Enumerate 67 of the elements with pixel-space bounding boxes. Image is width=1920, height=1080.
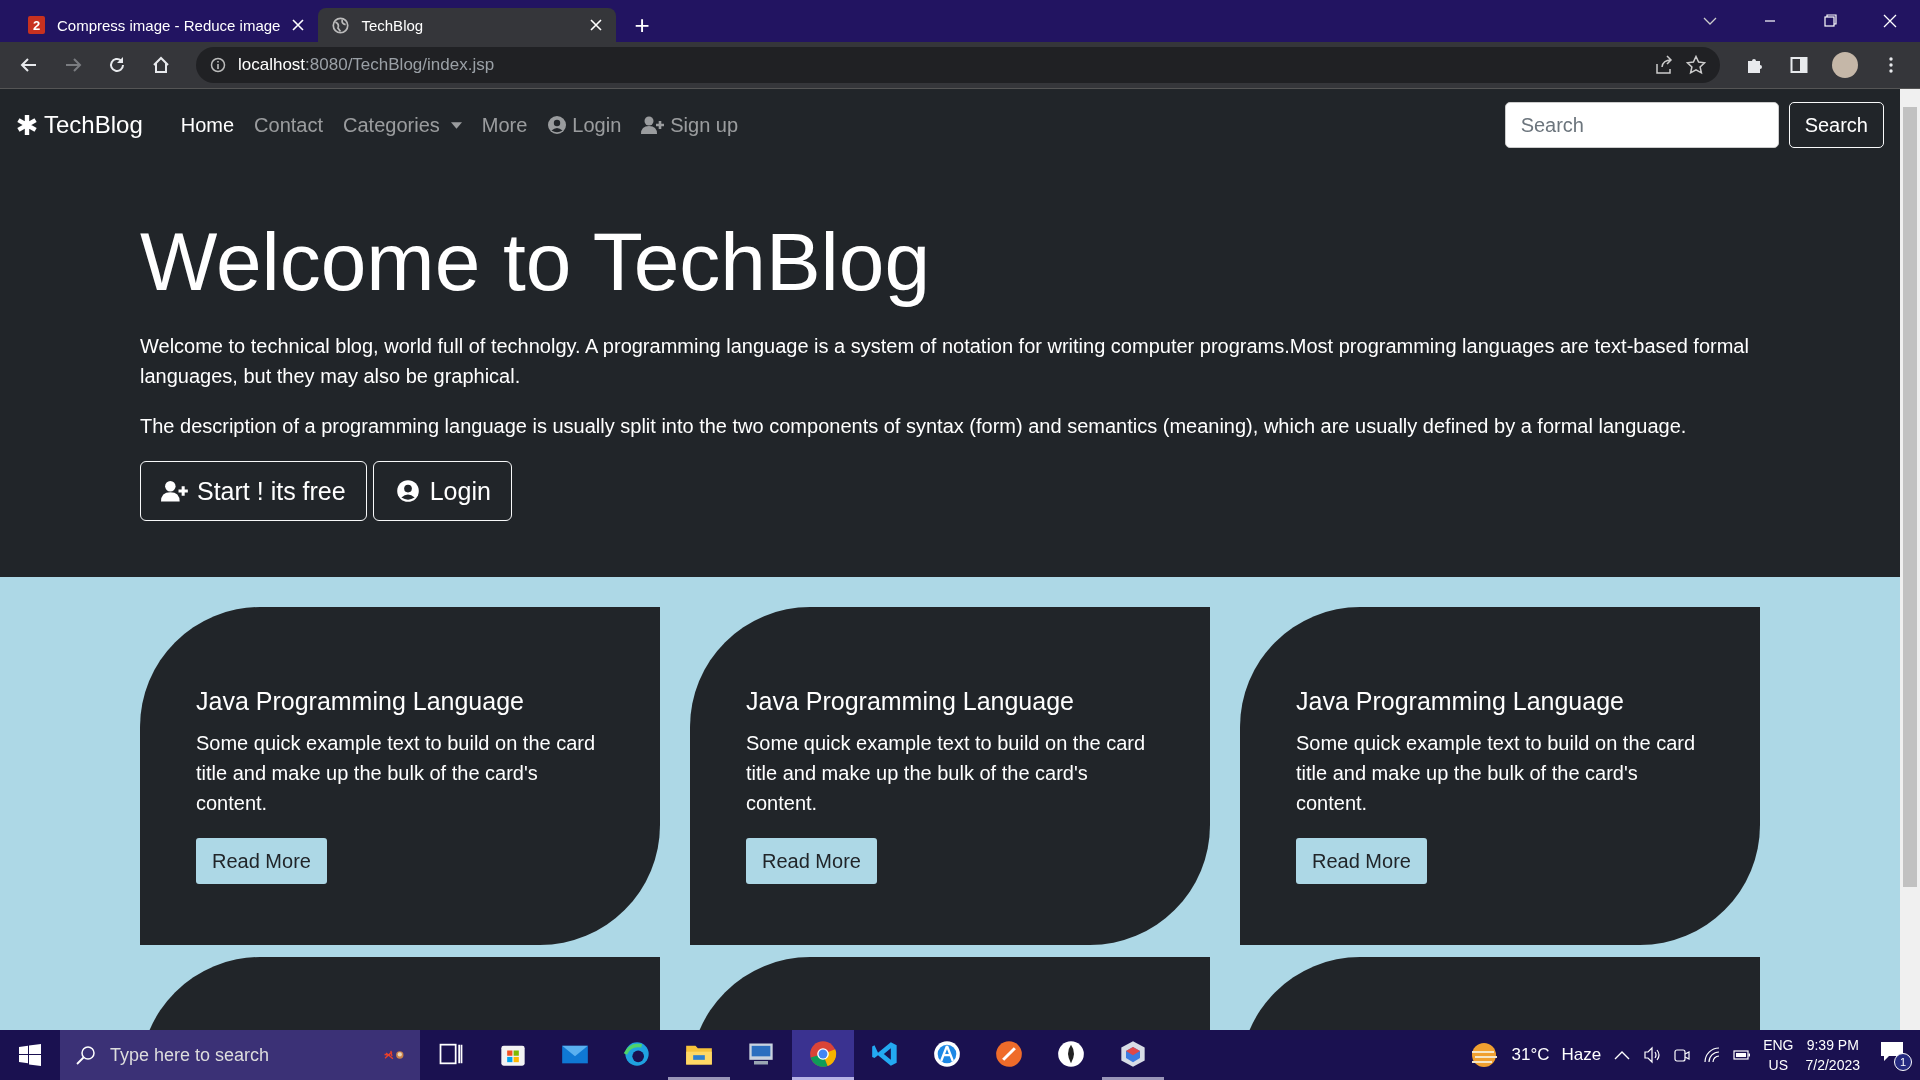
leaf-icon[interactable]: [1057, 1039, 1085, 1068]
close-icon[interactable]: [292, 19, 305, 31]
swirl-icon[interactable]: [623, 1039, 651, 1068]
user-circle-icon: [547, 115, 568, 135]
search-placeholder: Type here to search: [110, 1044, 270, 1066]
tab-title: TechBlog: [361, 16, 425, 34]
address-bar[interactable]: localhost:8080/TechBlog/index.jsp: [196, 47, 1720, 83]
close-icon[interactable]: [590, 19, 603, 31]
notification-count: 1: [1894, 1053, 1912, 1071]
windows-logo-icon[interactable]: [19, 1044, 41, 1066]
tab-title: Compress image - Reduce image: [57, 16, 281, 34]
hero-paragraph: Welcome to technical blog, world full of technolgy. A programming language is a system of notation for writing computer programs.Most programming languages are text-based formal languages, but they may also be graphical.: [140, 334, 1750, 390]
home-icon[interactable]: [152, 56, 170, 74]
chrome-icon[interactable]: [809, 1039, 837, 1068]
browser-tab[interactable]: 2 Compress image - Reduce image: [14, 8, 319, 42]
hero-button[interactable]: Start ! its free: [140, 461, 367, 522]
url-text: localhost:8080/TechBlog/index.jsp: [238, 55, 495, 75]
speaker-icon[interactable]: [1643, 1046, 1662, 1064]
scrollbar[interactable]: [1900, 89, 1920, 1030]
nav-link[interactable]: Contact: [244, 105, 334, 145]
temperature-text: 31°C: [1511, 1045, 1550, 1065]
reload-icon[interactable]: [108, 56, 126, 74]
share-icon[interactable]: [1654, 55, 1674, 75]
nav-link[interactable]: More: [471, 105, 538, 145]
nav-link[interactable]: Login: [537, 105, 632, 145]
hero-paragraph: The description of a programming language is usually split into the two components of syntax (form) and semantics (meaning), which are usually defined by a formal language.: [140, 414, 1688, 440]
nav-link[interactable]: Home: [170, 105, 245, 145]
language-indicator[interactable]: ENG US: [1763, 1035, 1794, 1075]
side-panel-icon[interactable]: [1790, 56, 1808, 74]
cube-icon[interactable]: [1119, 1039, 1147, 1068]
user-plus-icon: [641, 115, 666, 135]
read-more-button[interactable]: Read More: [196, 838, 327, 885]
card-title: Java Programming Language: [1296, 687, 1625, 717]
browser-tab[interactable]: TechBlog: [318, 8, 617, 42]
new-tab-button[interactable]: +: [628, 12, 656, 38]
clock[interactable]: 9:39 PM 7/2/2023: [1805, 1035, 1860, 1075]
sun-haze-icon[interactable]: [1469, 1042, 1500, 1068]
caret-icon: [450, 121, 462, 129]
read-more-button[interactable]: Read More: [746, 838, 877, 885]
card-text: Some quick example text to build on the card title and make up the bulk of the card's content.: [1296, 731, 1697, 817]
globe-icon: [332, 16, 350, 34]
wifi-icon[interactable]: [1703, 1046, 1722, 1064]
hero-button[interactable]: Login: [372, 461, 512, 522]
search-field[interactable]: Search: [1504, 102, 1779, 148]
camera-icon[interactable]: [1673, 1046, 1692, 1064]
card-title: Java Programming Language: [196, 687, 525, 717]
profile-avatar[interactable]: [1832, 52, 1858, 78]
forward-arrow-icon[interactable]: [64, 56, 82, 74]
favicon-badge: 2: [28, 16, 45, 34]
read-more-button[interactable]: Read More: [1296, 838, 1427, 885]
card-text: Some quick example text to build on the card title and make up the bulk of the card's content.: [196, 731, 597, 817]
card-title: Java Programming Language: [746, 687, 1075, 717]
nav-link[interactable]: Sign up: [631, 105, 749, 145]
puzzle-piece-icon[interactable]: [1746, 56, 1764, 74]
weather-text: Haze: [1561, 1045, 1602, 1065]
brand-link[interactable]: TechBlog: [16, 111, 143, 139]
back-arrow-icon[interactable]: [20, 56, 38, 74]
hero-title: Welcome to TechBlog: [140, 215, 932, 309]
asterisk-icon: [16, 114, 38, 136]
card-text: Some quick example text to build on the card title and make up the bulk of the card's content.: [746, 731, 1147, 817]
star-icon[interactable]: [1686, 55, 1706, 75]
taskbar-search-field[interactable]: Type here to search: [60, 1030, 420, 1080]
user-plus-icon: [161, 479, 189, 504]
search-icon: [76, 1045, 96, 1065]
nav-link[interactable]: Categories: [333, 105, 472, 145]
search-button[interactable]: Search: [1788, 102, 1884, 148]
info-icon[interactable]: [210, 57, 226, 73]
